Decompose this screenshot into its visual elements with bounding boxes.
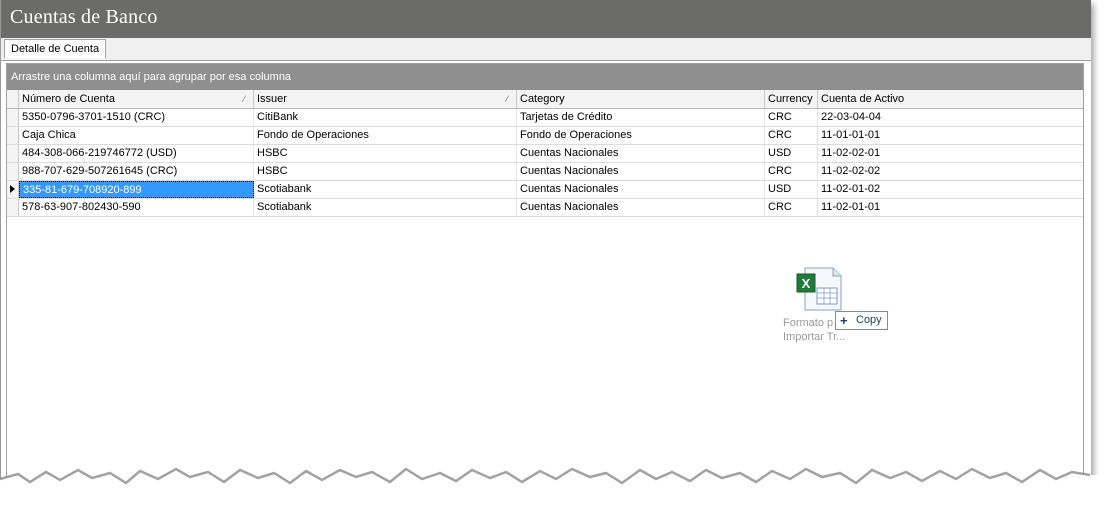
plus-icon: +	[840, 313, 848, 328]
cell-account-number[interactable]: 578-63-907-802430-590	[19, 199, 254, 216]
cell-currency[interactable]: CRC	[765, 109, 818, 126]
sort-indicator-icon: ⁄	[506, 94, 508, 104]
column-header-issuer[interactable]: Issuer ⁄	[254, 90, 517, 108]
column-header-label: Currency	[768, 93, 813, 105]
cell-account-number[interactable]: Caja Chica	[19, 127, 254, 144]
cell-asset-account[interactable]: 11-01-01-01	[818, 127, 1083, 144]
cell-category[interactable]: Fondo de Operaciones	[517, 127, 765, 144]
row-indicator[interactable]	[7, 199, 19, 216]
tab-strip: Detalle de Cuenta	[1, 38, 1091, 61]
row-indicator[interactable]	[7, 109, 19, 126]
cell-account-number[interactable]: 988-707-629-507261645 (CRC)	[19, 163, 254, 180]
cell-currency[interactable]: CRC	[765, 127, 818, 144]
cell-currency[interactable]: CRC	[765, 199, 818, 216]
svg-text:X: X	[802, 276, 811, 291]
tab-detalle-de-cuenta[interactable]: Detalle de Cuenta	[4, 39, 107, 59]
column-header-numero-de-cuenta[interactable]: Número de Cuenta ⁄	[19, 90, 254, 108]
cell-issuer[interactable]: HSBC	[254, 163, 517, 180]
row-indicator[interactable]	[7, 163, 19, 180]
column-header-label: Número de Cuenta	[22, 93, 115, 105]
cell-issuer[interactable]: HSBC	[254, 145, 517, 162]
grid-header: Número de Cuenta ⁄ Issuer ⁄ Category Cur…	[7, 90, 1083, 109]
column-header-label: Cuenta de Activo	[821, 93, 905, 105]
drag-copy-tooltip: + Copy	[835, 311, 888, 330]
row-indicator[interactable]	[7, 145, 19, 162]
cell-issuer[interactable]: Fondo de Operaciones	[254, 127, 517, 144]
header-row-indicator	[7, 90, 19, 108]
accounts-grid: Arrastre una columna aquí para agrupar p…	[6, 63, 1084, 488]
table-row[interactable]: 484-308-066-219746772 (USD) HSBC Cuentas…	[7, 145, 1083, 163]
drag-file-label-line2: Importar Tr...	[783, 331, 846, 343]
cell-issuer[interactable]: Scotiabank	[254, 181, 517, 198]
column-header-currency[interactable]: Currency	[765, 90, 818, 108]
cell-category[interactable]: Cuentas Nacionales	[517, 163, 765, 180]
cell-asset-account[interactable]: 11-02-01-01	[818, 199, 1083, 216]
table-row[interactable]: 5350-0796-3701-1510 (CRC) CitiBank Tarje…	[7, 109, 1083, 127]
excel-file-icon: X	[796, 267, 842, 311]
column-header-label: Category	[520, 93, 565, 105]
row-indicator[interactable]	[7, 181, 19, 198]
cell-currency[interactable]: USD	[765, 145, 818, 162]
cell-issuer[interactable]: CitiBank	[254, 109, 517, 126]
cell-account-number[interactable]: 335-81-679-708920-899	[19, 181, 254, 198]
cell-asset-account[interactable]: 11-02-02-01	[818, 145, 1083, 162]
cell-category[interactable]: Tarjetas de Crédito	[517, 109, 765, 126]
bank-accounts-window: Cuentas de Banco Detalle de Cuenta Arras…	[0, 0, 1091, 490]
cell-account-number[interactable]: 484-308-066-219746772 (USD)	[19, 145, 254, 162]
table-row-selected[interactable]: 335-81-679-708920-899 Scotiabank Cuentas…	[7, 181, 1083, 199]
title-bar: Cuentas de Banco	[1, 0, 1091, 38]
current-row-arrow-icon	[10, 185, 15, 193]
row-indicator[interactable]	[7, 127, 19, 144]
group-by-panel[interactable]: Arrastre una columna aquí para agrupar p…	[7, 64, 1083, 90]
table-row[interactable]: Caja Chica Fondo de Operaciones Fondo de…	[7, 127, 1083, 145]
column-header-label: Issuer	[257, 93, 287, 105]
cell-category[interactable]: Cuentas Nacionales	[517, 181, 765, 198]
cell-asset-account[interactable]: 11-02-02-02	[818, 163, 1083, 180]
table-row[interactable]: 988-707-629-507261645 (CRC) HSBC Cuentas…	[7, 163, 1083, 181]
sort-indicator-icon: ⁄	[243, 94, 245, 104]
cell-category[interactable]: Cuentas Nacionales	[517, 145, 765, 162]
cell-asset-account[interactable]: 22-03-04-04	[818, 109, 1083, 126]
cell-issuer[interactable]: Scotiabank	[254, 199, 517, 216]
table-row[interactable]: 578-63-907-802430-590 Scotiabank Cuentas…	[7, 199, 1083, 217]
cell-currency[interactable]: USD	[765, 181, 818, 198]
column-header-category[interactable]: Category	[517, 90, 765, 108]
cell-category[interactable]: Cuentas Nacionales	[517, 199, 765, 216]
torn-edge-decoration	[0, 467, 1114, 518]
cell-currency[interactable]: CRC	[765, 163, 818, 180]
copy-label: Copy	[856, 314, 882, 326]
grid-rows: 5350-0796-3701-1510 (CRC) CitiBank Tarje…	[7, 109, 1083, 217]
cell-asset-account[interactable]: 11-02-01-02	[818, 181, 1083, 198]
window-title: Cuentas de Banco	[10, 6, 158, 28]
column-header-cuenta-de-activo[interactable]: Cuenta de Activo	[818, 90, 1083, 108]
cell-account-number[interactable]: 5350-0796-3701-1510 (CRC)	[19, 109, 254, 126]
